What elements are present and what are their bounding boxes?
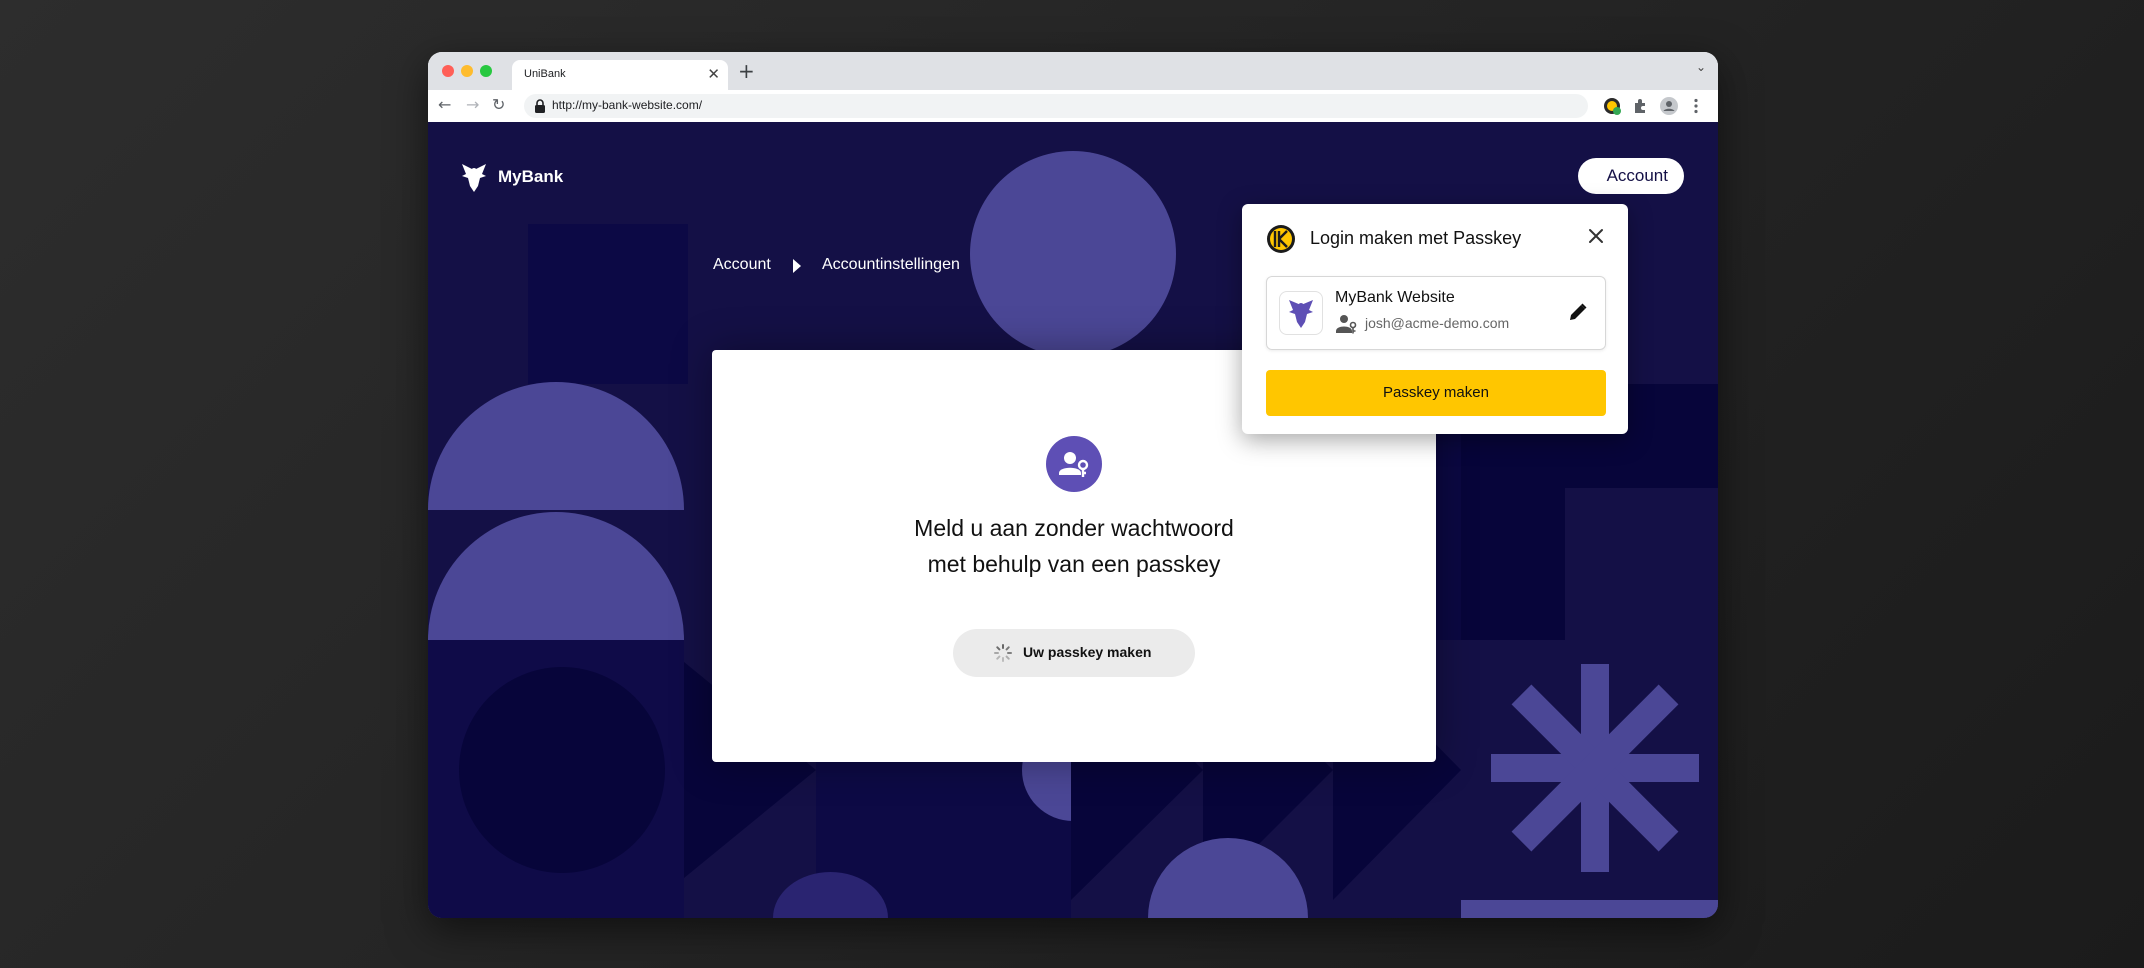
close-window-button[interactable] [442, 65, 454, 77]
profile-avatar-icon[interactable] [1659, 96, 1679, 116]
create-passkey-button[interactable]: Uw passkey maken [953, 629, 1195, 677]
card-title-line1: Meld u aan zonder wachtwoord [914, 515, 1234, 541]
card-title: Meld u aan zonder wachtwoord met behulp … [712, 510, 1436, 582]
keeper-logo-icon [1267, 225, 1295, 253]
pencil-icon[interactable] [1567, 301, 1589, 323]
lock-icon [535, 99, 545, 113]
new-tab-button[interactable]: + [738, 59, 755, 83]
forward-button[interactable]: → [466, 94, 479, 116]
back-button[interactable]: ← [438, 94, 451, 116]
close-icon[interactable] [1586, 226, 1606, 246]
breadcrumb-account-settings[interactable]: Accountinstellingen [822, 256, 960, 274]
tab-search-chevron-icon[interactable]: ⌄ [1696, 60, 1706, 74]
reload-button[interactable]: ↻ [492, 94, 505, 116]
card-title-line2: met behulp van een passkey [927, 551, 1221, 577]
make-passkey-button[interactable]: Passkey maken [1266, 370, 1606, 416]
account-button[interactable]: Account [1578, 158, 1684, 194]
asterisk-shape [1491, 664, 1699, 872]
url-text: http://my-bank-website.com/ [552, 98, 703, 112]
extensions-puzzle-icon[interactable] [1631, 96, 1651, 116]
entry-name: MyBank Website [1335, 289, 1455, 306]
account-button-label: Account [1606, 166, 1668, 185]
browser-menu-icon[interactable] [1686, 96, 1706, 116]
browser-window: UniBank ✕ + ⌄ ← → ↻ http://my-bank-websi… [428, 52, 1718, 918]
spinner-icon [994, 644, 1012, 662]
eagle-icon [462, 164, 486, 192]
web-page: MyBank Account Account Accountinstelling… [428, 122, 1718, 918]
breadcrumb: Account Accountinstellingen [713, 256, 960, 274]
minimize-window-button[interactable] [461, 65, 473, 77]
passkey-entry[interactable]: MyBank Website josh@acme-demo.com [1266, 276, 1606, 350]
eagle-icon [1289, 300, 1313, 328]
make-passkey-button-label: Passkey maken [1383, 384, 1489, 401]
user-key-icon [1046, 436, 1102, 492]
site-logo [1279, 291, 1323, 335]
create-passkey-button-label: Uw passkey maken [1023, 644, 1152, 660]
keeper-extension-icon[interactable] [1602, 96, 1622, 116]
brand-name: MyBank [498, 167, 564, 186]
popup-title: Login maken met Passkey [1310, 228, 1522, 248]
entry-username: josh@acme-demo.com [1365, 315, 1510, 331]
screenshot-stage: UniBank ✕ + ⌄ ← → ↻ http://my-bank-websi… [0, 0, 2144, 968]
address-bar[interactable]: http://my-bank-website.com/ [524, 94, 1588, 118]
breadcrumb-arrow-icon [793, 259, 801, 273]
tab-title: UniBank [524, 68, 566, 80]
breadcrumb-account[interactable]: Account [713, 256, 771, 273]
maximize-window-button[interactable] [480, 65, 492, 77]
tab-close-icon[interactable]: ✕ [707, 65, 720, 83]
browser-toolbar: ← → ↻ http://my-bank-website.com/ [428, 90, 1718, 123]
keeper-passkey-popup: Login maken met Passkey MyBank Website j… [1242, 204, 1628, 434]
user-key-icon [1336, 315, 1357, 334]
browser-tab[interactable]: UniBank ✕ [512, 60, 728, 90]
tab-strip: UniBank ✕ + ⌄ [428, 52, 1718, 90]
